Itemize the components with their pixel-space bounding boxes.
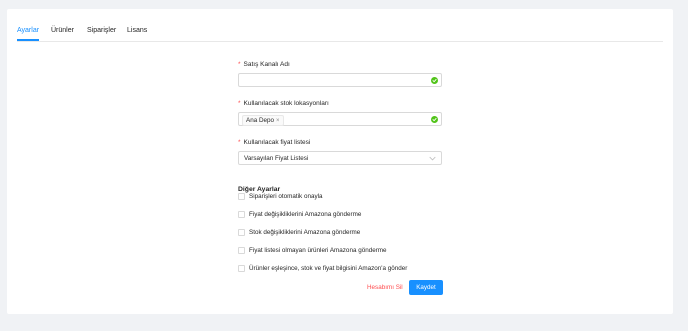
checkbox[interactable] bbox=[238, 193, 245, 200]
required-mark: * bbox=[238, 61, 241, 68]
option-label: Stok değişikliklerini Amazona gönderme bbox=[249, 229, 361, 236]
tab-siparisler[interactable]: Siparişler bbox=[87, 27, 116, 34]
stock-locations-label-text: Kullanılacak stok lokasyonları bbox=[243, 100, 329, 107]
tab-bar: Ayarlar Ürünler Siparişler Lisans bbox=[17, 9, 663, 42]
settings-card: Ayarlar Ürünler Siparişler Lisans * Satış… bbox=[7, 9, 673, 314]
option-label: Fiyat değişikliklerini Amazona gönderme bbox=[249, 211, 362, 218]
channel-name-label: * Satış Kanalı Adı bbox=[238, 61, 290, 68]
stock-location-tag-text: Ana Depo bbox=[246, 117, 275, 124]
tab-lisans[interactable]: Lisans bbox=[127, 27, 147, 34]
close-icon[interactable]: × bbox=[276, 118, 280, 124]
option-label: Siparişleri otomatik onayla bbox=[249, 193, 323, 200]
checkbox[interactable] bbox=[238, 265, 245, 272]
price-list-label: * Kullanılacak fiyat listesi bbox=[238, 139, 310, 146]
required-mark: * bbox=[238, 100, 241, 107]
channel-name-input[interactable] bbox=[238, 73, 442, 87]
checkbox[interactable] bbox=[238, 211, 245, 218]
tab-urunler[interactable]: Ürünler bbox=[51, 27, 74, 34]
price-list-label-text: Kullanılacak fiyat listesi bbox=[243, 139, 311, 146]
checkbox[interactable] bbox=[238, 247, 245, 254]
active-tab-indicator bbox=[17, 39, 39, 41]
check-circle-icon bbox=[431, 77, 438, 84]
price-list-value: Varsayılan Fiyat Listesi bbox=[244, 155, 309, 162]
checkbox[interactable] bbox=[238, 229, 245, 236]
price-list-select[interactable]: Varsayılan Fiyat Listesi bbox=[238, 151, 442, 165]
required-mark: * bbox=[238, 139, 241, 146]
option-label: Fiyat listesi olmayan ürünleri Amazona g… bbox=[249, 247, 387, 254]
channel-name-label-text: Satış Kanalı Adı bbox=[243, 61, 290, 68]
chevron-down-icon bbox=[429, 156, 436, 161]
delete-account-link[interactable]: Hesabımı Sil bbox=[367, 284, 403, 291]
stock-location-tag: Ana Depo × bbox=[242, 115, 284, 126]
tab-ayarlar[interactable]: Ayarlar bbox=[17, 27, 39, 34]
stock-locations-select[interactable]: Ana Depo × bbox=[238, 112, 442, 126]
save-button[interactable]: Kaydet bbox=[409, 280, 443, 295]
option-label: Ürünler eşleşince, stok ve fiyat bilgisi… bbox=[249, 265, 408, 272]
check-circle-icon bbox=[431, 116, 438, 123]
stock-locations-label: * Kullanılacak stok lokasyonları bbox=[238, 100, 329, 107]
